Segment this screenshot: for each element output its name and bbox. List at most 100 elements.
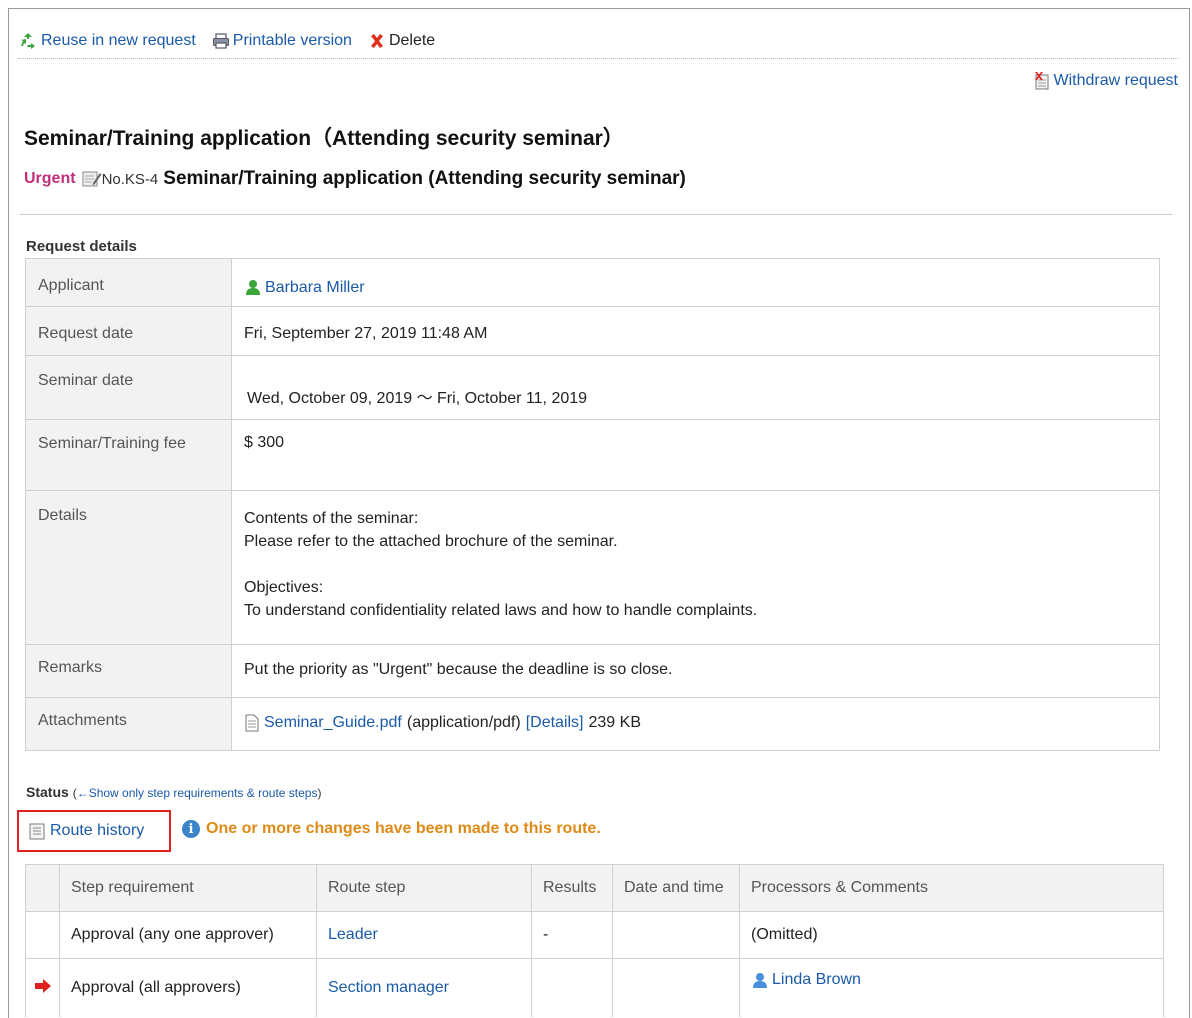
request-date-value-cell: Fri, September 27, 2019 11:48 AM (231, 306, 1160, 356)
applicant-label-cell: Applicant (25, 258, 232, 307)
step-requirement-cell: Approval (any one approver) (59, 911, 317, 959)
processor-name-link[interactable]: Linda Brown (772, 971, 861, 989)
attachment-type: (application/pdf) (406, 714, 521, 731)
table-row: Approval (any one approver) Leader - (Om… (25, 911, 1164, 959)
route-history-link[interactable]: Route history (17, 810, 171, 852)
date-cell (612, 958, 740, 1017)
remarks-value-cell: Put the priority as "Urgent" because the… (231, 644, 1160, 698)
details-value: Contents of the seminar: Please refer to… (244, 491, 1159, 644)
status-heading-line: Status (←Show only step requirements & r… (26, 784, 321, 800)
route-history-label[interactable]: Route history (50, 822, 144, 840)
form-edit-icon (82, 171, 102, 187)
withdraw-request-link[interactable]: Withdraw request (1034, 72, 1179, 90)
request-subtitle: Urgent No.KS-4 Seminar/Training applicat… (24, 168, 686, 190)
details-line-3: Objectives: (244, 579, 324, 596)
applicant-value-cell: Barbara Miller (231, 258, 1160, 307)
info-icon: i (182, 820, 200, 838)
request-number: No.KS-4 (101, 170, 159, 188)
applicant-value: Barbara Miller (244, 259, 1159, 306)
withdraw-request-label[interactable]: Withdraw request (1054, 72, 1179, 90)
route-history-icon (29, 823, 45, 839)
applicant-name-link[interactable]: Barbara Miller (265, 279, 365, 297)
header-results: Results (531, 864, 613, 912)
route-steps-table: Step requirement Route step Results Date… (25, 864, 1164, 1017)
header-current-marker (25, 864, 60, 912)
details-line-1: Contents of the seminar: (244, 510, 419, 527)
route-step-link[interactable]: Section manager (328, 979, 449, 996)
step-requirement-cell: Approval (all approvers) (59, 958, 317, 1017)
header-step-requirement: Step requirement (59, 864, 317, 912)
printable-version-link[interactable]: Printable version (212, 32, 352, 50)
toolbar-divider (18, 58, 1178, 59)
details-line-2: Please refer to the attached brochure of… (244, 533, 618, 550)
title-divider (20, 214, 1172, 215)
status-heading: Status (26, 784, 69, 800)
details-row: Details Contents of the seminar: Please … (25, 490, 1160, 645)
request-details-heading: Request details (26, 238, 137, 255)
header-processors-comments: Processors & Comments (739, 864, 1164, 912)
page-title: Seminar/Training application（Attending s… (24, 127, 624, 150)
processors-cell: Linda Brown (739, 958, 1164, 1017)
route-step-link[interactable]: Leader (328, 926, 378, 943)
seminar-date-label-cell: Seminar date (25, 355, 232, 420)
attachment-file-link[interactable]: Seminar_Guide.pdf (264, 714, 402, 732)
recycle-icon (21, 33, 35, 49)
attachments-label: Attachments (38, 712, 127, 729)
user-icon (246, 280, 260, 295)
user-icon (753, 973, 767, 988)
route-change-notice: i One or more changes have been made to … (182, 820, 601, 838)
fee-label-cell: Seminar/Training fee (25, 419, 232, 491)
fee-label: Seminar/Training fee (38, 435, 186, 452)
status-close-paren: ) (317, 786, 322, 800)
action-toolbar: Reuse in new request Printable version D… (18, 31, 451, 51)
seminar-date-row: Seminar date Wed, October 09, 2019 ～ Fri… (25, 355, 1160, 420)
route-change-notice-text: One or more changes have been made to th… (206, 820, 601, 837)
remarks-value: Put the priority as "Urgent" because the… (244, 661, 673, 678)
processors-cell: (Omitted) (739, 911, 1164, 959)
seminar-date-value-cell: Wed, October 09, 2019 ～ Fri, October 11,… (231, 355, 1160, 420)
table-row: Approval (all approvers) Section manager… (25, 958, 1164, 1017)
remarks-label-cell: Remarks (25, 644, 232, 698)
reuse-request-label[interactable]: Reuse in new request (41, 32, 196, 50)
delete-label[interactable]: Delete (389, 32, 435, 50)
result-cell (531, 958, 613, 1017)
priority-badge: Urgent (24, 170, 76, 187)
delete-x-icon (370, 34, 383, 48)
attachment-details-link[interactable]: [Details] (526, 714, 584, 732)
attachments-row: Attachments Seminar_Guide.pdf (applicati… (25, 697, 1160, 751)
fee-value: $ 300 (244, 434, 285, 451)
applicant-row: Applicant Barbara Miller (25, 258, 1160, 307)
show-steps-only-link[interactable]: ←Show only step requirements & route ste… (77, 786, 318, 800)
attachments-label-cell: Attachments (25, 697, 232, 751)
attachments-value-cell: Seminar_Guide.pdf (application/pdf) [Det… (231, 697, 1160, 751)
seminar-date-label: Seminar date (38, 372, 134, 389)
request-date-row: Request date Fri, September 27, 2019 11:… (25, 306, 1160, 356)
delete-link[interactable]: Delete (368, 32, 435, 50)
attachment-size: 239 KB (588, 714, 641, 731)
details-line-4: To understand confidentiality related la… (244, 602, 758, 619)
route-table-header: Step requirement Route step Results Date… (25, 864, 1164, 912)
seminar-date-value: Wed, October 09, 2019 ～ Fri, October 11,… (247, 390, 588, 407)
withdraw-document-icon (1034, 72, 1048, 90)
request-subject: Seminar/Training application (Attending … (163, 168, 686, 189)
remarks-label: Remarks (38, 659, 103, 676)
request-date-label: Request date (38, 325, 134, 342)
row-marker-cell (25, 911, 60, 959)
file-icon (245, 714, 259, 732)
reuse-request-link[interactable]: Reuse in new request (18, 31, 196, 51)
remarks-row: Remarks Put the priority as "Urgent" bec… (25, 644, 1160, 698)
details-blank-line (244, 553, 1159, 576)
printable-version-label[interactable]: Printable version (233, 32, 352, 50)
details-value-cell: Contents of the seminar: Please refer to… (231, 490, 1160, 645)
printer-icon (212, 33, 229, 49)
request-details-table: Applicant Barbara Miller Request date Fr… (25, 258, 1160, 751)
row-marker-cell (25, 958, 60, 1017)
route-step-cell: Section manager (316, 958, 532, 1017)
details-label-cell: Details (25, 490, 232, 645)
request-date-label-cell: Request date (25, 306, 232, 356)
fee-value-cell: $ 300 (231, 419, 1160, 491)
date-cell (612, 911, 740, 959)
details-label: Details (38, 507, 87, 524)
fee-row: Seminar/Training fee $ 300 (25, 419, 1160, 491)
applicant-label: Applicant (38, 277, 104, 294)
